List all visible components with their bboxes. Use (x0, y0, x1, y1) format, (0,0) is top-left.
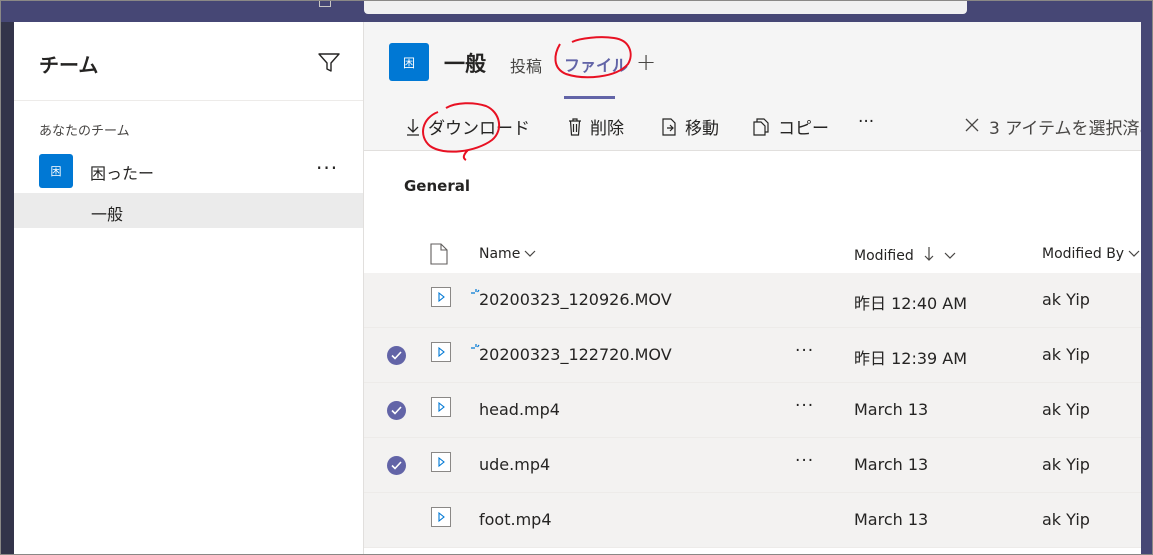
file-modified: March 13 (854, 400, 929, 419)
checkmark-icon[interactable] (387, 346, 406, 365)
channel-name: 一般 (91, 205, 124, 224)
file-modified: March 13 (854, 455, 929, 474)
channel-avatar: 困 (389, 43, 429, 81)
column-modified[interactable]: Modified (854, 246, 956, 266)
move-label: 移動 (685, 119, 719, 139)
channel-item-general[interactable]: 一般 (14, 193, 363, 228)
file-row[interactable]: head.mp4 ··· March 13 ak Yip (364, 383, 1141, 438)
chevron-down-icon (524, 246, 536, 262)
column-header-row: Name Modified Modified By (364, 237, 1141, 274)
row-more-button[interactable]: ··· (795, 451, 814, 471)
copy-button[interactable]: コピー (753, 114, 829, 139)
file-modified-by: ak Yip (1042, 345, 1090, 364)
arrow-down-icon (924, 246, 934, 266)
video-file-icon (431, 342, 451, 362)
window-control[interactable] (319, 0, 331, 7)
file-name[interactable]: 20200323_120926.MOV (479, 290, 672, 309)
file-modified-by: ak Yip (1042, 510, 1090, 529)
file-name[interactable]: head.mp4 (479, 400, 560, 419)
file-toolbar: ダウンロード 削除 移動 コピー ··· 3 アイテムを選択済み (364, 100, 1141, 151)
file-modified: March 13 (854, 510, 929, 529)
sidebar-title: チーム (39, 53, 99, 77)
section-label: あなたのチーム (39, 124, 130, 139)
file-modified: 昨日 12:39 AM (854, 349, 968, 368)
folder-title: General (404, 177, 470, 195)
video-file-icon (431, 287, 451, 307)
copy-label: コピー (778, 119, 829, 139)
file-modified-by: ak Yip (1042, 455, 1090, 474)
sidebar-header: チーム (14, 22, 363, 101)
delete-label: 削除 (590, 119, 624, 139)
column-modified-label: Modified (854, 248, 914, 264)
file-row[interactable]: foot.mp4 March 13 ak Yip (364, 493, 1141, 548)
app-rail (0, 22, 14, 555)
channel-title: 一般 (444, 52, 486, 76)
more-label: ··· (858, 112, 875, 132)
column-modified-by[interactable]: Modified By (1042, 246, 1140, 262)
video-file-icon (431, 397, 451, 417)
top-bar (0, 0, 1153, 22)
trash-icon (568, 117, 582, 136)
main-panel: 困 一般 投稿 ファイル + ダウンロード 削除 移動 コピー ··· 3 アイ… (364, 22, 1141, 555)
file-name[interactable]: 20200323_122720.MOV (479, 345, 672, 364)
filter-icon[interactable] (317, 52, 341, 74)
file-row[interactable]: 20200323_120926.MOV 昨日 12:40 AM ak Yip (364, 273, 1141, 328)
file-type-icon[interactable] (430, 243, 448, 269)
download-icon (406, 118, 420, 136)
copy-icon (753, 117, 770, 136)
more-actions-button[interactable]: ··· (858, 112, 874, 132)
checkmark-icon[interactable] (387, 401, 406, 420)
file-name[interactable]: foot.mp4 (479, 510, 552, 529)
chevron-down-icon (944, 248, 956, 264)
delete-button[interactable]: 削除 (568, 114, 624, 139)
team-item[interactable]: 困 困ったー ··· (14, 150, 363, 192)
download-button[interactable]: ダウンロード (406, 114, 530, 139)
active-tab-indicator (564, 96, 615, 99)
chevron-down-icon (1128, 246, 1140, 262)
row-more-button[interactable]: ··· (795, 396, 814, 416)
search-box[interactable] (364, 0, 967, 14)
file-list: General Name Modified Modified By 202003… (364, 151, 1141, 555)
download-label: ダウンロード (428, 119, 530, 139)
file-modified: 昨日 12:40 AM (854, 294, 968, 313)
teams-sidebar: チーム あなたのチーム 困 困ったー ··· 一般 (14, 22, 364, 555)
team-more-button[interactable]: ··· (316, 156, 338, 180)
close-icon[interactable] (965, 117, 979, 137)
channel-header: 困 一般 投稿 ファイル + (364, 22, 1141, 101)
video-file-icon (431, 507, 451, 527)
row-more-button[interactable]: ··· (795, 341, 814, 361)
file-modified-by: ak Yip (1042, 290, 1090, 309)
tab-files[interactable]: ファイル (564, 52, 628, 76)
file-modified-by: ak Yip (1042, 400, 1090, 419)
checkmark-icon[interactable] (387, 456, 406, 475)
team-avatar: 困 (39, 154, 73, 188)
team-name: 困ったー (90, 164, 155, 183)
move-button[interactable]: 移動 (661, 114, 719, 139)
selection-status: 3 アイテムを選択済み (989, 119, 1141, 139)
column-modified-by-label: Modified By (1042, 246, 1125, 262)
tab-posts[interactable]: 投稿 (510, 53, 542, 77)
column-name-label: Name (479, 246, 521, 262)
add-tab-button[interactable]: + (636, 48, 656, 76)
move-icon (661, 117, 677, 136)
video-file-icon (431, 452, 451, 472)
column-name[interactable]: Name (479, 246, 536, 262)
clear-selection[interactable]: 3 アイテムを選択済み (965, 114, 1141, 139)
file-name[interactable]: ude.mp4 (479, 455, 550, 474)
right-edge (1141, 22, 1153, 555)
file-row[interactable]: ude.mp4 ··· March 13 ak Yip (364, 438, 1141, 493)
file-row[interactable]: 20200323_122720.MOV ··· 昨日 12:39 AM ak Y… (364, 328, 1141, 383)
